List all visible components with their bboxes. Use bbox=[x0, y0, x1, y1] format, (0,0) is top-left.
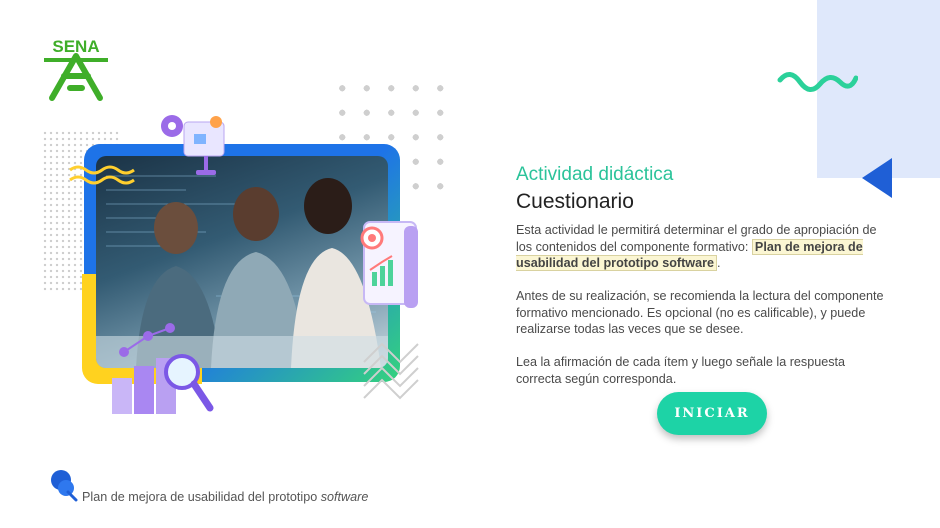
description-paragraph: Esta actividad le permitirá determinar e… bbox=[516, 222, 888, 272]
chevron-pattern-icon bbox=[363, 342, 419, 400]
activity-label: Actividad didáctica bbox=[516, 164, 674, 185]
pushpin-icon bbox=[51, 470, 78, 502]
puzzle-icon bbox=[194, 134, 206, 144]
triangle-left-icon bbox=[862, 158, 892, 198]
sena-logo-icon: SENA bbox=[44, 37, 108, 101]
sena-logo: SENA bbox=[40, 36, 112, 104]
magnifier-icon bbox=[112, 323, 214, 414]
description-end: . bbox=[717, 256, 721, 270]
footer-caption: Plan de mejora de usabilidad del prototi… bbox=[82, 490, 368, 504]
gear-icon bbox=[161, 115, 225, 175]
chart-document-icon bbox=[360, 221, 418, 308]
start-button[interactable]: INICIAR bbox=[657, 392, 767, 435]
recommendation-paragraph: Antes de su realización, se recomienda l… bbox=[516, 289, 884, 336]
footer-caption-text: Plan de mejora de usabilidad del prototi… bbox=[82, 490, 321, 504]
page-title: Cuestionario bbox=[516, 190, 634, 213]
footer-caption-italic: software bbox=[320, 490, 369, 504]
instructions-paragraph: Lea la afirmación de cada ítem y luego s… bbox=[516, 355, 846, 386]
wave-icon bbox=[777, 72, 858, 92]
wave-lines-icon bbox=[69, 165, 135, 185]
